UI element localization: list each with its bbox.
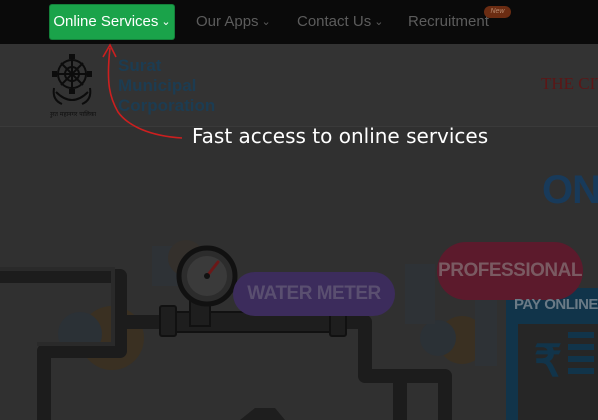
city-tagline: THE CITY: [541, 74, 598, 93]
nav-our-apps[interactable]: Our Apps ⌄: [196, 0, 271, 44]
nav-online-services[interactable]: Online Services ⌄: [50, 5, 174, 39]
rupee-icon: ₹: [534, 337, 562, 386]
nav-our-apps-label: Our Apps: [196, 13, 259, 30]
top-navbar: Online Services ⌄ Our Apps ⌄ Contact Us ⌄ R…: [0, 0, 598, 44]
chevron-down-icon: ⌄: [261, 16, 271, 28]
logo-line-1: Surat: [118, 56, 162, 75]
new-badge: New: [484, 6, 511, 18]
chevron-down-icon: ⌄: [374, 16, 384, 28]
nav-recruitment-label: Recruitment: [408, 13, 489, 30]
logo-caption: सुरत महानगर पालिका: [50, 110, 96, 118]
logo-line-3: Corporation: [118, 96, 216, 115]
smc-emblem-icon[interactable]: सुरत महानगर पालिका: [50, 52, 106, 120]
logo-line-2: Municipal: [118, 76, 197, 95]
pay-online-label: PAY ONLINE T: [514, 296, 598, 313]
water-meter-pill: WATER METER: [233, 272, 395, 316]
nav-contact-us[interactable]: Contact Us ⌄: [297, 0, 383, 44]
professional-pill: PROFESSIONAL: [437, 242, 583, 300]
nav-online-services-label: Online Services: [53, 13, 159, 30]
tour-tooltip: Fast access to online services: [192, 124, 489, 148]
nav-recruitment[interactable]: Recruitment: [408, 0, 489, 44]
hero-title: ONL: [542, 168, 598, 212]
chevron-down-icon: ⌄: [161, 16, 171, 28]
logo-wordmark[interactable]: Surat Municipal Corporation: [118, 56, 215, 116]
nav-contact-us-label: Contact Us: [297, 13, 372, 30]
